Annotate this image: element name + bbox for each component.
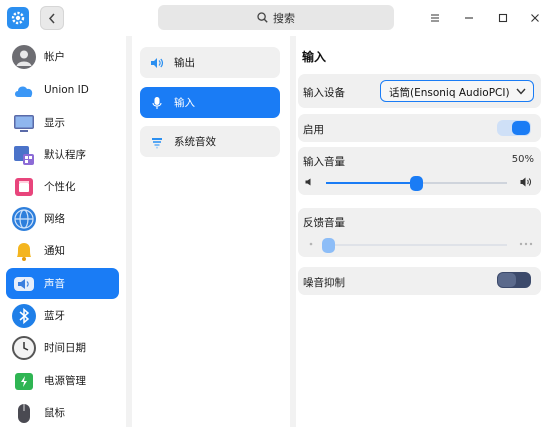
sidebar-item-label: 网络 xyxy=(44,213,65,225)
feedback-volume-slider-handle[interactable] xyxy=(322,238,335,253)
bell-icon xyxy=(12,239,36,263)
minimize-icon xyxy=(465,17,473,19)
page-title: 输入 xyxy=(302,50,327,64)
subnav-item-label: 输出 xyxy=(174,57,195,69)
sidebar-item-personalization[interactable]: 个性化 xyxy=(6,171,119,202)
close-icon xyxy=(531,14,539,22)
sidebar-item-label: 电源管理 xyxy=(44,375,86,387)
enable-label: 启用 xyxy=(303,124,324,136)
subnav-item-sound-effects[interactable]: 系统音效 xyxy=(140,126,280,157)
sidebar-item-display[interactable]: 显示 xyxy=(6,107,119,138)
sidebar-item-label: 默认程序 xyxy=(44,149,86,161)
sidebar-item-mouse[interactable]: 鼠标 xyxy=(6,397,119,427)
subnav-item-label: 输入 xyxy=(174,97,195,109)
sidebar-item-label: 显示 xyxy=(44,117,65,129)
sidebar-item-network[interactable]: 网络 xyxy=(6,203,119,234)
menu-button[interactable] xyxy=(425,8,445,28)
mouse-icon xyxy=(12,401,36,425)
subnav-item-output[interactable]: 输出 xyxy=(140,47,280,78)
subnav-item-label: 系统音效 xyxy=(174,136,216,148)
sidebar-item-label: 通知 xyxy=(44,245,65,257)
noise-suppression-row: 噪音抑制 xyxy=(298,267,541,295)
sidebar-item-label: 个性化 xyxy=(44,181,76,193)
sound-effects-icon xyxy=(150,135,164,149)
cloud-icon xyxy=(12,78,36,102)
speaker-output-icon xyxy=(150,56,164,70)
sidebar-item-bluetooth[interactable]: 蓝牙 xyxy=(6,300,119,331)
account-icon xyxy=(12,44,36,69)
toggle-knob xyxy=(512,121,530,135)
subnav-item-input[interactable]: 输入 xyxy=(140,87,280,118)
sidebar-item-label: 鼠标 xyxy=(44,407,65,419)
input-device-row: 输入设备 话筒(Ensoniq AudioPCI) xyxy=(298,74,541,108)
input-volume-row: 输入音量 50% xyxy=(298,147,541,195)
hamburger-menu-icon xyxy=(431,14,439,22)
sidebar-item-account[interactable]: 帐户 xyxy=(6,41,119,72)
chevron-down-icon xyxy=(516,88,526,95)
input-volume-percent: 50% xyxy=(511,154,534,165)
input-volume-slider-handle[interactable] xyxy=(410,176,423,191)
input-device-value: 话筒(Ensoniq AudioPCI) xyxy=(389,87,510,99)
close-button[interactable] xyxy=(525,8,545,28)
minimize-button[interactable] xyxy=(459,8,479,28)
microphone-icon xyxy=(150,96,164,110)
input-device-select[interactable]: 话筒(Ensoniq AudioPCI) xyxy=(380,80,534,102)
sidebar-item-power[interactable]: 电源管理 xyxy=(6,365,119,396)
sidebar-item-default-apps[interactable]: 默认程序 xyxy=(6,139,119,170)
volume-high-icon xyxy=(520,177,532,187)
feedback-min-icon xyxy=(309,242,313,246)
maximize-icon xyxy=(498,13,508,23)
personalization-icon xyxy=(12,175,36,199)
noise-suppression-toggle[interactable] xyxy=(497,272,531,288)
enable-row: 启用 xyxy=(298,114,541,142)
sidebar-item-label: 蓝牙 xyxy=(44,310,65,322)
search-placeholder: 搜索 xyxy=(273,11,295,25)
default-apps-icon xyxy=(12,143,36,167)
sound-subnav: 输出 输入 系统音效 xyxy=(132,36,290,427)
maximize-button[interactable] xyxy=(493,8,513,28)
sidebar-item-sound[interactable]: 声音 xyxy=(6,268,119,299)
sidebar-item-label: 声音 xyxy=(44,278,65,290)
title-bar: 搜索 xyxy=(0,0,552,36)
speaker-icon xyxy=(12,272,36,296)
noise-suppression-label: 噪音抑制 xyxy=(303,277,345,289)
back-button[interactable] xyxy=(40,6,64,30)
sidebar: 帐户 Union ID 显示 默认程序 个性化 网络 通知 声音 蓝牙 时间日期… xyxy=(0,36,126,427)
settings-app-icon xyxy=(7,7,29,29)
sidebar-item-datetime[interactable]: 时间日期 xyxy=(6,332,119,363)
input-volume-label: 输入音量 xyxy=(303,156,345,168)
input-device-label: 输入设备 xyxy=(303,87,345,99)
bluetooth-icon xyxy=(12,303,36,328)
feedback-volume-row: 反馈音量 xyxy=(298,208,541,257)
search-icon xyxy=(257,12,268,23)
input-settings-panel: 输入 输入设备 话筒(Ensoniq AudioPCI) 启用 输入音量 50%… xyxy=(296,36,552,427)
feedback-volume-label: 反馈音量 xyxy=(303,217,345,229)
sidebar-item-label: Union ID xyxy=(44,83,89,96)
volume-low-icon xyxy=(305,178,311,186)
display-icon xyxy=(12,111,36,135)
feedback-max-icon xyxy=(519,242,533,246)
toggle-knob xyxy=(498,273,516,287)
enable-toggle[interactable] xyxy=(497,120,531,136)
network-icon xyxy=(12,206,36,231)
sidebar-item-union-id[interactable]: Union ID xyxy=(6,74,119,105)
sidebar-item-label: 时间日期 xyxy=(44,342,86,354)
input-volume-fill xyxy=(326,182,417,184)
sidebar-item-label: 帐户 xyxy=(44,51,65,63)
chevron-left-icon xyxy=(48,13,55,24)
search-input[interactable]: 搜索 xyxy=(158,5,394,30)
clock-icon xyxy=(12,335,36,360)
sidebar-item-notification[interactable]: 通知 xyxy=(6,235,119,266)
feedback-volume-track[interactable] xyxy=(326,244,507,246)
battery-icon xyxy=(12,369,36,393)
